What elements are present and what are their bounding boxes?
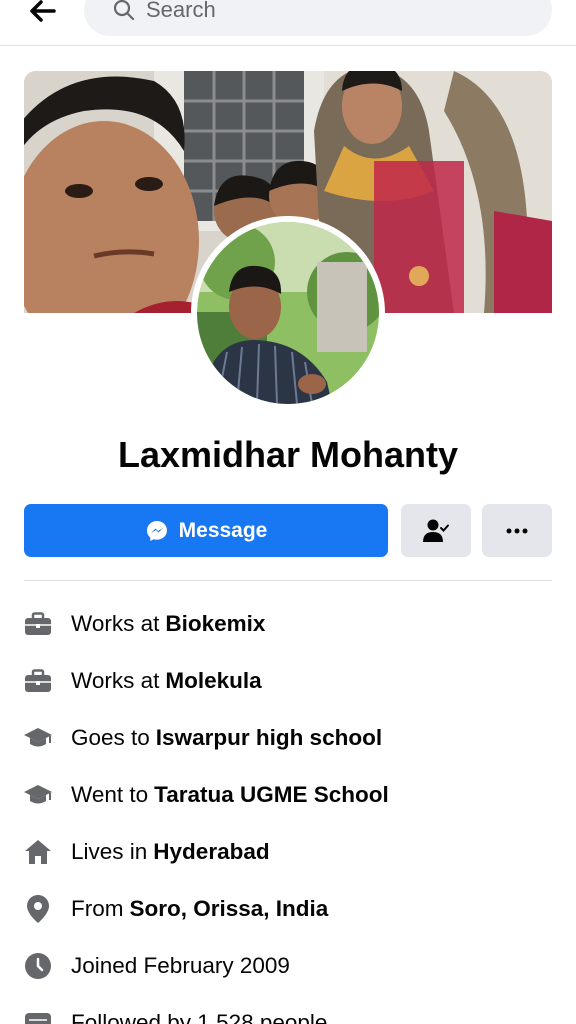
detail-school-iswarpur[interactable]: Goes to Iswarpur high school [22, 718, 382, 758]
detail-value[interactable]: Taratua UGME School [154, 782, 389, 808]
detail-prefix: Lives in [71, 839, 148, 864]
top-bar [0, 0, 576, 46]
profile-picture[interactable] [191, 216, 385, 410]
detail-value[interactable]: Biokemix [165, 611, 265, 637]
detail-prefix: From [71, 896, 124, 921]
detail-joined: Joined February 2009 [22, 946, 290, 986]
back-arrow-icon [30, 0, 56, 22]
graduation-cap-icon [22, 779, 54, 811]
search-icon [113, 0, 135, 21]
briefcase-icon [22, 608, 54, 640]
profile-name: Laxmidhar Mohanty [117, 434, 459, 475]
divider [24, 580, 552, 581]
more-dots-icon [506, 528, 528, 533]
avatar [197, 222, 379, 404]
rss-icon [22, 1007, 54, 1024]
friend-check-icon [423, 519, 449, 542]
detail-prefix: Joined February 2009 [71, 953, 290, 978]
detail-prefix: Goes to [71, 725, 150, 750]
friends-button[interactable] [401, 504, 471, 557]
detail-value[interactable]: Iswarpur high school [156, 725, 382, 751]
detail-prefix: Went to [71, 782, 149, 807]
search-bar[interactable] [84, 0, 552, 36]
detail-value[interactable]: Molekula [165, 668, 261, 694]
messenger-icon [146, 520, 167, 541]
profile-page: Laxmidhar Mohanty Message Works at Bioke… [0, 0, 576, 1024]
clock-icon [22, 950, 54, 982]
more-options-button[interactable] [482, 504, 552, 557]
detail-prefix: Works at [71, 668, 160, 693]
detail-value[interactable]: Soro, Orissa, India [130, 896, 329, 922]
message-button[interactable]: Message [24, 504, 388, 557]
home-icon [22, 836, 54, 868]
detail-prefix: Followed by 1,528 people [71, 1010, 328, 1024]
detail-work-biokemix[interactable]: Works at Biokemix [22, 604, 265, 644]
detail-value[interactable]: Hyderabad [153, 839, 269, 865]
profile-picture-image [197, 222, 379, 404]
detail-followers[interactable]: Followed by 1,528 people [22, 1003, 327, 1024]
detail-from[interactable]: From Soro, Orissa, India [22, 889, 328, 929]
graduation-cap-icon [22, 722, 54, 754]
search-input[interactable] [146, 0, 526, 23]
location-pin-icon [22, 893, 54, 925]
detail-school-taratua[interactable]: Went to Taratua UGME School [22, 775, 389, 815]
detail-prefix: Works at [71, 611, 160, 636]
detail-lives-in[interactable]: Lives in Hyderabad [22, 832, 270, 872]
briefcase-icon [22, 665, 54, 697]
message-button-label: Message [178, 518, 268, 542]
detail-work-molekula[interactable]: Works at Molekula [22, 661, 262, 701]
back-button[interactable] [22, 0, 62, 28]
